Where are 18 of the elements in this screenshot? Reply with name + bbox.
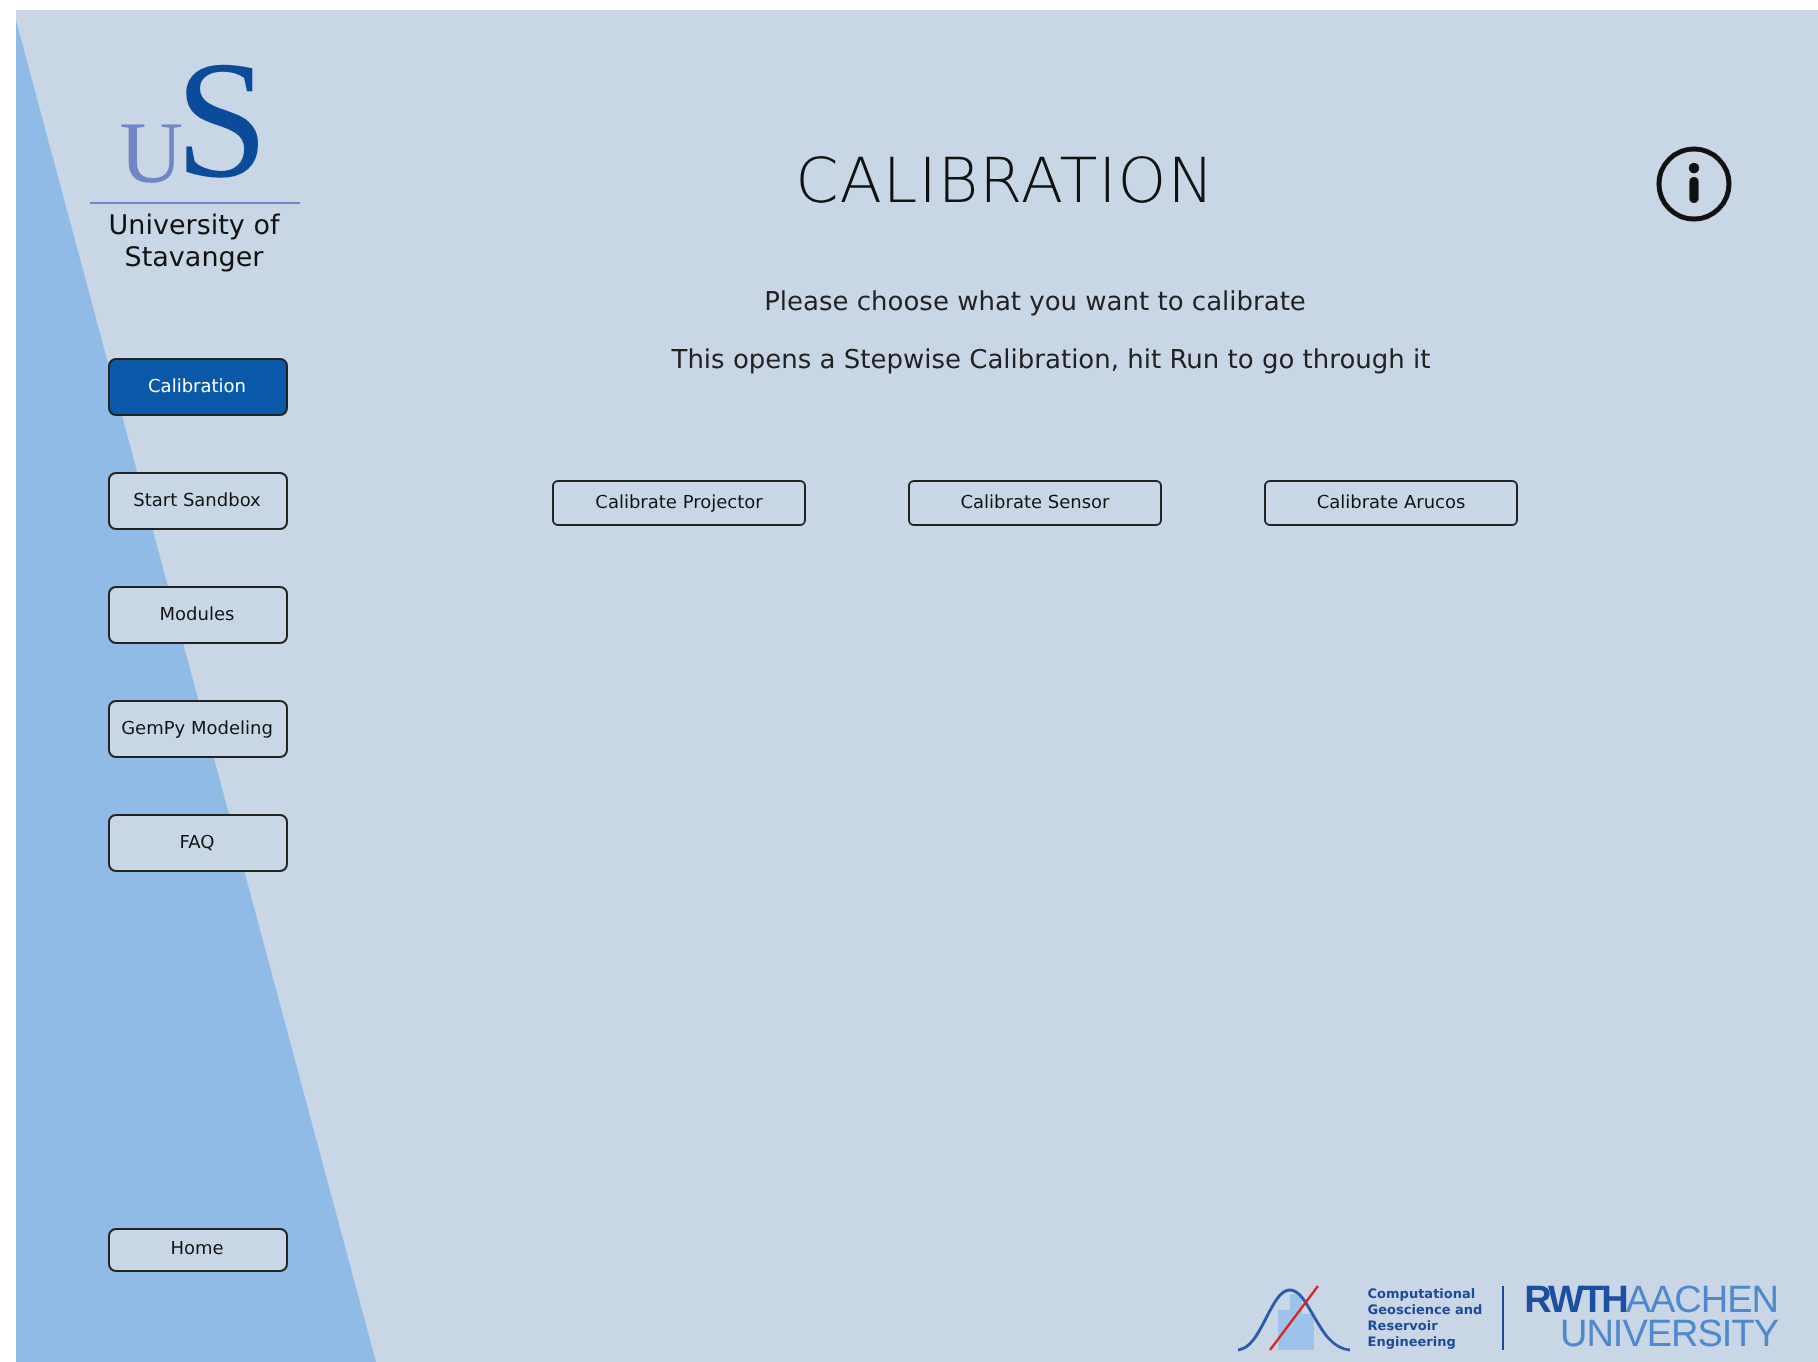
calibrate-button[interactable]: Calibrate Projector — [552, 480, 806, 526]
nav-button[interactable]: FAQ — [107, 814, 287, 872]
nav-button[interactable]: Modules — [107, 586, 287, 644]
calibrate-button[interactable]: Calibrate Arucos — [1264, 480, 1518, 526]
page-title: CALIBRATION — [795, 146, 1215, 218]
nav-button[interactable]: Calibration — [107, 358, 287, 416]
info-icon[interactable] — [1654, 144, 1734, 224]
instruction-text: Please choose what you want to calibrate — [764, 288, 1306, 318]
nav-button[interactable]: Start Sandbox — [107, 472, 287, 530]
city-wordmark: AACHEN — [1625, 1284, 1778, 1318]
rwth-wordmark: RWTH — [1524, 1284, 1626, 1318]
university-name: Stavanger — [124, 242, 264, 274]
home-button[interactable]: Home — [107, 1228, 287, 1272]
university-name: University of — [108, 210, 280, 242]
calibrate-button[interactable]: Calibrate Sensor — [908, 480, 1162, 526]
instruction-text: This opens a Stepwise Calibration, hit Run to go through it — [671, 346, 1431, 376]
university-wordmark: UNIVERSITY — [1559, 1318, 1778, 1352]
nav-button[interactable]: GemPy Modeling — [107, 700, 287, 758]
